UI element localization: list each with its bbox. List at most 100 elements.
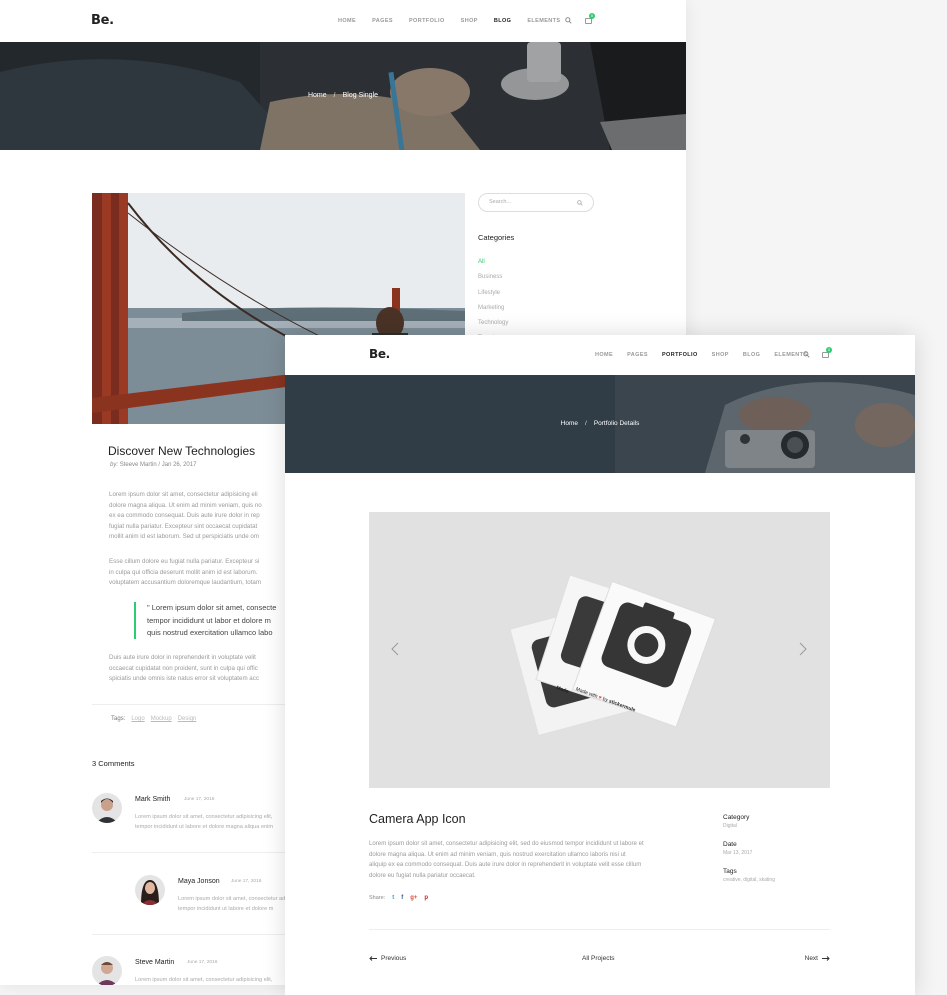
cart-icon[interactable]: 0 <box>822 347 832 358</box>
breadcrumb-current: Blog Single <box>342 92 379 99</box>
text-line: spiciatis unde omnis iste natus error si… <box>109 675 259 682</box>
share-row: Share: t f g+ p <box>369 895 428 901</box>
next-label: Next <box>804 955 818 962</box>
post-meta: by: Steeve Martin / Jan 26, 2017 <box>110 462 196 468</box>
nav-portfolio[interactable]: PORTFOLIO <box>409 18 445 24</box>
project-image-slider[interactable]: Made Made with ♥ by stickermule <box>369 512 830 788</box>
arrow-right-icon <box>822 956 830 961</box>
chevron-right-icon[interactable] <box>799 642 807 656</box>
comment-text: Lorem ipsum dolor sit amet, consectetur … <box>135 975 272 985</box>
google-plus-icon[interactable]: g+ <box>410 895 417 901</box>
breadcrumb-home[interactable]: Home <box>561 420 578 427</box>
meta-value-category: Digital <box>723 823 737 829</box>
categories-list: All Business Lifestyle Marketing Technol… <box>478 255 508 347</box>
text-line: Lorem ipsum dolor sit amet, consectetur … <box>369 840 644 847</box>
search-icon[interactable] <box>565 17 572 24</box>
search-icon[interactable] <box>577 200 583 206</box>
tag-link[interactable]: Mockup <box>151 716 172 722</box>
post-meta-separator: / <box>158 462 161 468</box>
twitter-icon[interactable]: t <box>392 895 394 901</box>
nav-home[interactable]: HOME <box>338 18 356 24</box>
cart-badge: 0 <box>589 13 595 19</box>
category-lifestyle[interactable]: Lifestyle <box>478 286 508 301</box>
cart-badge: 0 <box>826 347 832 353</box>
meta-label-date: Date <box>723 841 737 848</box>
text-line: dolore magna aliqua. Ut enim ad minim ve… <box>109 501 262 509</box>
nav-shop[interactable]: SHOP <box>712 352 729 358</box>
nav-home[interactable]: HOME <box>595 352 613 358</box>
post-paragraph-2: Esse cillum dolore eu fugiat nulla paria… <box>109 557 309 589</box>
tag-link[interactable]: Design <box>178 716 197 722</box>
tag-link[interactable]: Logo <box>131 716 144 722</box>
comment-author[interactable]: Maya Jonson <box>178 878 220 885</box>
category-marketing[interactable]: Marketing <box>478 301 508 316</box>
all-projects-link[interactable]: All Projects <box>582 955 615 962</box>
category-all[interactable]: All <box>478 255 508 270</box>
comment-author[interactable]: Mark Smith <box>135 796 170 803</box>
post-paragraph-1: Lorem ipsum dolor sit amet, consectetur … <box>109 490 309 543</box>
meta-value-tags: creative, digital, skating <box>723 877 775 883</box>
previous-label: Previous <box>381 955 407 962</box>
nav-blog[interactable]: BLOG <box>494 18 512 24</box>
nav-pages[interactable]: PAGES <box>627 352 648 358</box>
text-line: Lorem ipsum dolor sit amet, consectetur … <box>135 814 273 820</box>
text-line: Esse cillum dolore eu fugiat nulla paria… <box>109 558 260 565</box>
category-technology[interactable]: Technology <box>478 316 508 331</box>
breadcrumb-separator: / <box>585 420 587 427</box>
quote-line: tempor incididunt ut labor et dolore m <box>147 615 271 625</box>
text-line: Lorem ipsum dolor sit amet, consectetur … <box>109 491 258 498</box>
text-line: Lorem ipsum dolor sit amet, consectetur … <box>135 977 273 983</box>
portfolio-hero: Home / Portfolio Details <box>285 375 915 473</box>
breadcrumb-home[interactable]: Home <box>308 92 327 99</box>
breadcrumb-current: Portfolio Details <box>593 420 640 427</box>
post-title[interactable]: Discover New Technologies <box>108 444 255 458</box>
cart-icon[interactable]: 0 <box>585 13 595 24</box>
comment-date: June 17, 2016 <box>184 797 215 802</box>
post-meta-prefix: by: <box>110 462 119 468</box>
nav-shop[interactable]: SHOP <box>461 18 478 24</box>
comment-text: Lorem ipsum dolor sit amet, consectetur … <box>135 812 273 832</box>
pinterest-icon[interactable]: p <box>424 895 428 901</box>
blog-header: Be. HOME PAGES PORTFOLIO SHOP BLOG ELEME… <box>0 0 686 42</box>
text-line: tempor incididunt ut labore et dolore ma… <box>135 824 274 830</box>
meta-value-date: Mar 13, 2017 <box>723 850 753 856</box>
breadcrumb: Home / Blog Single <box>0 92 686 99</box>
meta-label-tags: Tags <box>723 868 737 875</box>
text-line: ex ea commodo consequat. Duis aute irure… <box>109 512 260 519</box>
nav-pages[interactable]: PAGES <box>372 18 393 24</box>
text-line: in culpa qui officia deserunt mollit ani… <box>109 568 258 576</box>
quote-accent-bar <box>134 602 136 639</box>
quote-line: " Lorem ipsum dolor sit amet, consecte <box>147 603 277 612</box>
nav-portfolio[interactable]: PORTFOLIO <box>662 352 698 358</box>
search-icon[interactable] <box>803 351 810 358</box>
post-date: Jan 26, 2017 <box>161 462 197 468</box>
main-nav: HOME PAGES PORTFOLIO SHOP BLOG ELEMENTS <box>338 18 561 24</box>
facebook-icon[interactable]: f <box>401 895 403 901</box>
main-nav: HOME PAGES PORTFOLIO SHOP BLOG ELEMENTS <box>595 352 808 358</box>
nav-elements[interactable]: ELEMENTS <box>527 18 560 24</box>
share-label: Share: <box>369 895 386 901</box>
comment-author[interactable]: Steve Martin <box>135 959 174 966</box>
nav-blog[interactable]: BLOG <box>743 352 761 358</box>
sidebar-search-field[interactable]: Search... <box>478 193 594 212</box>
portfolio-details-window: Be. HOME PAGES PORTFOLIO SHOP BLOG ELEME… <box>285 335 915 995</box>
text-line: mollit anim id est laborum. Sed ut persp… <box>109 533 259 540</box>
divider <box>92 852 292 853</box>
chevron-left-icon[interactable] <box>391 642 399 656</box>
post-author[interactable]: Steeve Martin <box>120 462 157 468</box>
logo[interactable]: Be. <box>91 13 114 28</box>
logo[interactable]: Be. <box>369 347 390 361</box>
post-paragraph-3: Duis aute irure dolor in reprehenderit i… <box>109 653 309 685</box>
meta-label-category: Category <box>723 814 750 821</box>
project-meta: Category Digital Date Mar 13, 2017 Tags … <box>723 814 775 883</box>
next-link[interactable]: Next <box>805 955 830 962</box>
project-description: Lorem ipsum dolor sit amet, consectetur … <box>369 839 689 881</box>
avatar <box>135 875 165 905</box>
previous-link[interactable]: Previous <box>369 955 406 962</box>
post-tags: Tags: Logo Mockup Design <box>111 716 196 722</box>
text-line: dolore magna aliqua. Ut enim ad minim ve… <box>369 850 626 858</box>
post-blockquote: " Lorem ipsum dolor sit amet, consecte t… <box>147 602 297 640</box>
text-line: aliquip ex ea commodo consequat. Duis au… <box>369 861 642 868</box>
portfolio-header: Be. HOME PAGES PORTFOLIO SHOP BLOG ELEME… <box>285 335 915 375</box>
category-business[interactable]: Business <box>478 270 508 285</box>
